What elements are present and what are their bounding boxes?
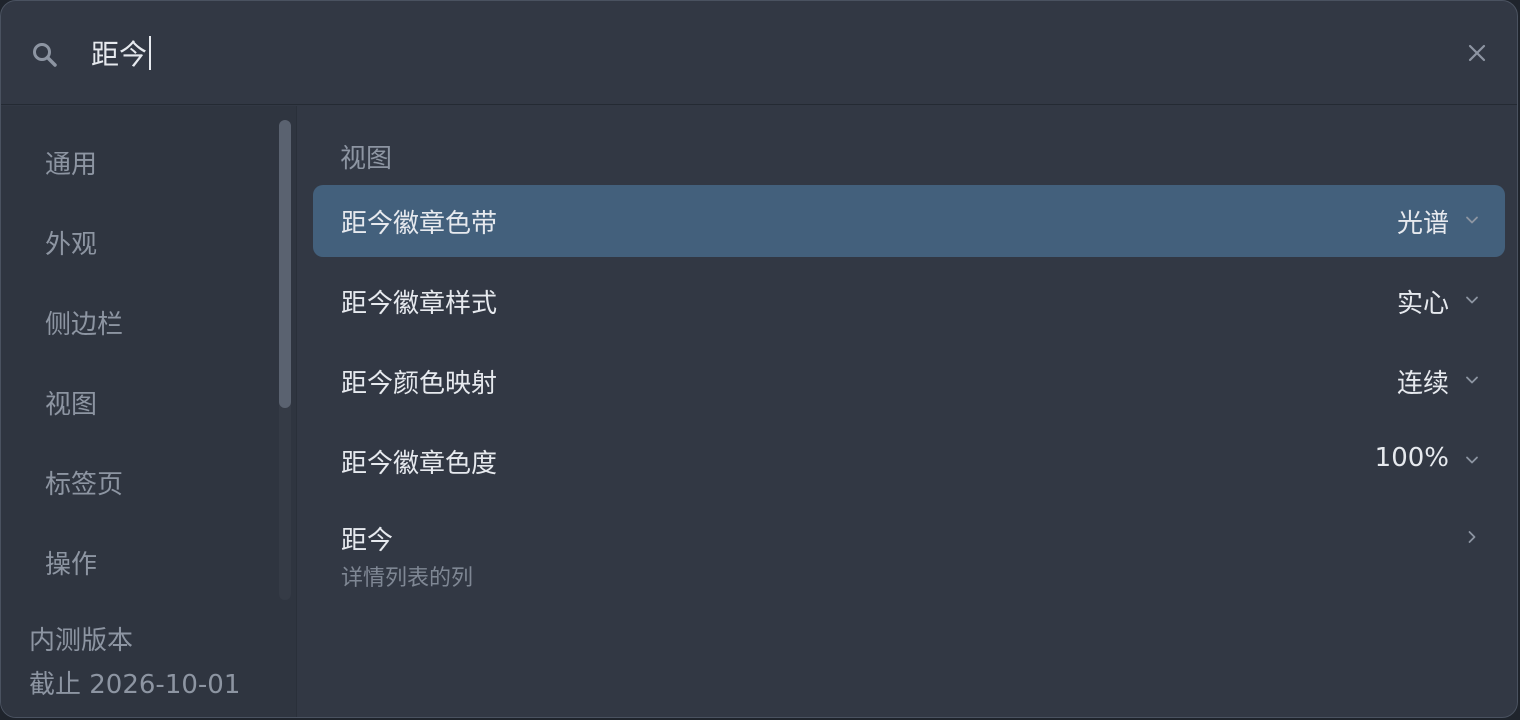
- setting-label: 距今徽章样式: [341, 289, 498, 319]
- expiry-date-label: 截止 2026-10-01: [29, 670, 241, 700]
- setting-label: 距今颜色映射: [341, 369, 498, 399]
- setting-label: 距今: [341, 526, 394, 556]
- sidebar-item-view[interactable]: 视图: [45, 384, 97, 421]
- sidebar-item-general[interactable]: 通用: [45, 144, 97, 181]
- setting-row-badge-saturation[interactable]: 距今徽章色度 100%: [313, 425, 1505, 497]
- setting-label: 距今徽章色度: [341, 449, 498, 479]
- chevron-down-icon: [1466, 216, 1478, 224]
- chevron-down-icon: [1466, 296, 1478, 304]
- settings-panel: 视图 距今徽章色带 光谱 距今徽章样式 实心 距今颜色映射 连续 距今徽章色度 …: [298, 106, 1517, 717]
- search-bar: [1, 1, 1517, 105]
- sidebar-item-appearance[interactable]: 外观: [45, 224, 97, 261]
- setting-row-badge-palette[interactable]: 距今徽章色带 光谱: [313, 185, 1505, 257]
- setting-value-select[interactable]: 100%: [1375, 443, 1449, 473]
- settings-window: 通用 外观 侧边栏 视图 标签页 操作 内测版本 截止 2026-10-01 视…: [0, 0, 1518, 718]
- section-title: 视图: [340, 144, 393, 174]
- sidebar-item-sidebar[interactable]: 侧边栏: [45, 304, 123, 341]
- search-icon: [33, 43, 57, 67]
- chevron-down-icon: [1466, 376, 1478, 384]
- setting-value-select[interactable]: 实心: [1397, 283, 1449, 320]
- setting-value-select[interactable]: 连续: [1397, 363, 1449, 400]
- setting-value-select[interactable]: 光谱: [1397, 203, 1449, 240]
- sidebar: 通用 外观 侧边栏 视图 标签页 操作 内测版本 截止 2026-10-01: [1, 106, 297, 717]
- search-input[interactable]: [91, 29, 1391, 77]
- chevron-down-icon: [1466, 456, 1478, 464]
- setting-row-color-mapping[interactable]: 距今颜色映射 连续: [313, 345, 1505, 417]
- text-caret: [149, 36, 151, 70]
- beta-version-label: 内测版本: [29, 626, 134, 656]
- setting-row-age-column[interactable]: 距今 详情列表的列: [313, 502, 1505, 598]
- sidebar-item-tabs[interactable]: 标签页: [45, 464, 123, 501]
- setting-subtitle: 详情列表的列: [341, 566, 474, 591]
- sidebar-scrollbar[interactable]: [279, 120, 291, 408]
- sidebar-item-actions[interactable]: 操作: [45, 544, 97, 581]
- close-icon[interactable]: [1465, 41, 1489, 65]
- setting-label: 距今徽章色带: [341, 209, 498, 239]
- chevron-right-icon: [1468, 531, 1476, 543]
- setting-row-badge-style[interactable]: 距今徽章样式 实心: [313, 265, 1505, 337]
